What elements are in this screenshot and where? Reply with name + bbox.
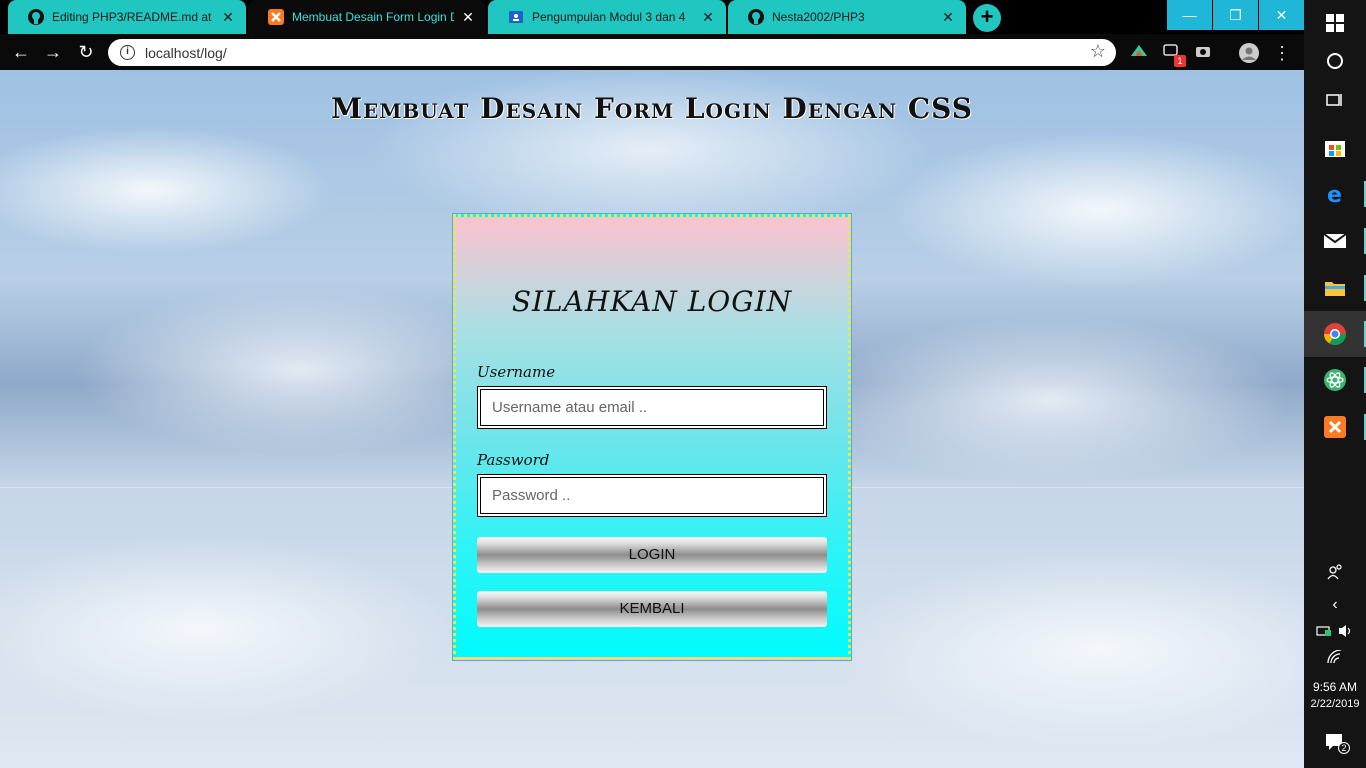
password-field-frame [477, 474, 827, 517]
url-text: localhost/log/ [145, 44, 227, 61]
tab-strip: Editing PHP3/README.md at ma ✕ Membuat D… [0, 0, 1304, 34]
windows-taskbar: e ‹ 9:56 AM 2/22/2019 2 [1304, 0, 1366, 768]
notification-count-badge: 2 [1338, 742, 1350, 754]
camera-icon[interactable] [1193, 43, 1213, 63]
minimize-button[interactable]: — [1167, 0, 1212, 30]
tab-github-php3[interactable]: Nesta2002/PHP3 ✕ [728, 0, 966, 34]
profile-avatar-icon[interactable] [1239, 43, 1259, 63]
atom-editor-icon[interactable] [1304, 357, 1366, 403]
github-icon [28, 9, 44, 25]
login-button[interactable]: LOGIN [477, 537, 827, 573]
github-icon [748, 9, 764, 25]
password-input[interactable] [480, 477, 824, 514]
clock-time[interactable]: 9:56 AM [1304, 680, 1366, 694]
show-hidden-icons-chevron-icon[interactable]: ‹ [1304, 590, 1366, 620]
browser-toolbar: ← → ↻ i localhost/log/ ☆ 1 ⋮ [0, 34, 1304, 70]
edge-browser-icon[interactable]: e [1304, 171, 1366, 217]
close-window-button[interactable]: ✕ [1259, 0, 1304, 30]
bookmark-star-icon[interactable]: ☆ [1090, 41, 1106, 62]
xampp-icon [268, 9, 284, 25]
new-tab-button[interactable]: + [973, 4, 1001, 32]
mail-icon[interactable] [1304, 218, 1366, 264]
svg-text:e: e [1327, 183, 1342, 205]
action-center-icon[interactable]: 2 [1304, 722, 1366, 762]
password-label: Password [477, 451, 550, 469]
back-button[interactable]: ← [9, 40, 33, 64]
system-tray-icons[interactable] [1304, 618, 1366, 644]
login-heading: SILAHKAN LOGIN [511, 285, 793, 318]
file-explorer-icon[interactable] [1304, 265, 1366, 311]
tab-title: Membuat Desain Form Login Den [292, 10, 454, 24]
close-tab-icon[interactable]: ✕ [700, 9, 716, 26]
chrome-icon[interactable] [1304, 311, 1366, 357]
username-field-frame [477, 386, 827, 429]
people-icon[interactable] [1304, 552, 1366, 592]
xampp-control-icon[interactable] [1304, 404, 1366, 450]
clock-date[interactable]: 2/22/2019 [1304, 698, 1366, 710]
close-tab-icon[interactable]: ✕ [940, 9, 956, 26]
username-input[interactable] [480, 389, 824, 426]
address-bar[interactable]: i localhost/log/ ☆ [108, 39, 1116, 66]
wifi-icon[interactable] [1304, 644, 1366, 670]
extension-icon[interactable] [1129, 43, 1149, 63]
tab-title: Pengumpulan Modul 3 dan 4 [532, 10, 686, 24]
page-title: Membuat Desain Form Login Dengan CSS [331, 92, 973, 125]
microsoft-store-icon[interactable] [1304, 124, 1366, 170]
username-label: Username [477, 363, 556, 381]
classroom-icon [508, 9, 524, 25]
reload-button[interactable]: ↻ [74, 40, 98, 64]
task-view-icon[interactable] [1304, 77, 1366, 123]
forward-button[interactable]: → [41, 40, 65, 64]
site-info-icon[interactable]: i [120, 45, 135, 60]
restore-button[interactable]: ❐ [1213, 0, 1258, 30]
back-button[interactable]: KEMBALI [477, 591, 827, 627]
page-viewport: Membuat Desain Form Login Dengan CSS SIL… [0, 70, 1304, 768]
tab-title: Editing PHP3/README.md at ma [52, 10, 214, 24]
tab-pengumpulan[interactable]: Pengumpulan Modul 3 dan 4 ✕ [488, 0, 726, 34]
notification-badge: 1 [1174, 55, 1186, 67]
screen-capture-extension-icon[interactable]: 1 [1162, 43, 1186, 67]
login-form: SILAHKAN LOGIN Username Password LOGIN K… [452, 213, 852, 661]
close-tab-icon[interactable]: ✕ [460, 9, 476, 26]
tab-title: Nesta2002/PHP3 [772, 10, 865, 24]
tab-github-readme[interactable]: Editing PHP3/README.md at ma ✕ [8, 0, 246, 34]
browser-chrome: Editing PHP3/README.md at ma ✕ Membuat D… [0, 0, 1304, 70]
menu-kebab-icon[interactable]: ⋮ [1272, 43, 1292, 63]
tab-login-form[interactable]: Membuat Desain Form Login Den ✕ [248, 0, 486, 34]
close-tab-icon[interactable]: ✕ [220, 9, 236, 26]
